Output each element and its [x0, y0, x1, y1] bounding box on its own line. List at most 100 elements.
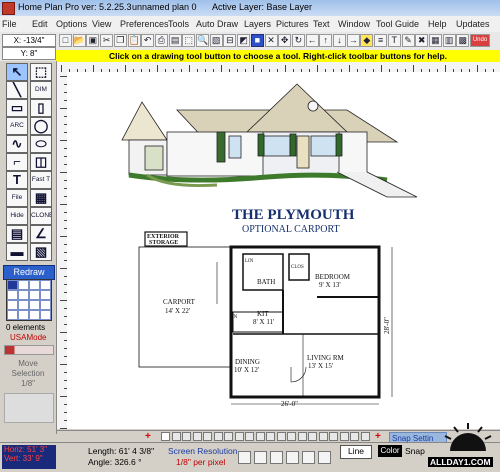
open-icon[interactable]: 📂: [72, 34, 86, 47]
menu-options[interactable]: Options: [56, 19, 87, 29]
page-button[interactable]: [245, 432, 254, 441]
redraw-button[interactable]: Redraw: [3, 265, 55, 280]
layer-cell[interactable]: [29, 310, 40, 320]
left-arrow-icon[interactable]: ←: [305, 34, 319, 47]
page-button[interactable]: [182, 432, 191, 441]
select-box-tool[interactable]: ⬚: [30, 63, 52, 81]
file-tool[interactable]: File: [6, 189, 28, 207]
erase-tool[interactable]: ▬: [6, 243, 28, 261]
layer-cell[interactable]: [40, 280, 51, 290]
new-icon[interactable]: □: [59, 34, 72, 47]
page-button[interactable]: [360, 432, 370, 441]
view-icon[interactable]: ▦: [428, 34, 442, 47]
menu-tools[interactable]: Tools: [168, 19, 189, 29]
zoom-icon[interactable]: ▧: [209, 34, 223, 47]
menu-tool-guide[interactable]: Tool Guide: [376, 19, 419, 29]
wall-icon[interactable]: ▥: [442, 34, 456, 47]
right-arrow-icon[interactable]: →: [346, 34, 360, 47]
clone-tool[interactable]: CLONE: [30, 207, 52, 225]
up-arrow-icon[interactable]: ↑: [319, 34, 333, 47]
circle-tool[interactable]: ◯: [30, 117, 52, 135]
hatch-tool[interactable]: ▦: [30, 189, 52, 207]
page-button[interactable]: [297, 432, 307, 441]
move-arrows[interactable]: [4, 393, 54, 423]
fill-icon[interactable]: ▩: [456, 34, 470, 47]
print-icon[interactable]: ⎙: [154, 34, 168, 47]
pencil-icon[interactable]: ✎: [401, 34, 415, 47]
zoom-out-icon[interactable]: ⊟: [223, 34, 237, 47]
dim-tool[interactable]: DIM: [30, 81, 52, 99]
door-tool[interactable]: ⌐: [6, 153, 28, 171]
x-close-icon[interactable]: ✖: [415, 34, 429, 47]
snap-label[interactable]: Snap: [405, 446, 425, 456]
align-icon[interactable]: ≡: [374, 34, 388, 47]
save-icon[interactable]: ▣: [86, 34, 100, 47]
menu-preferences[interactable]: Preferences: [120, 19, 169, 29]
pointer-tool[interactable]: ↖: [6, 63, 28, 81]
drawing-canvas[interactable]: THE PLYMOUTH OPTIONAL CARPORT EXTERIOR S…: [67, 72, 500, 429]
menu-help[interactable]: Help: [428, 19, 447, 29]
rect-tool[interactable]: ▭: [6, 99, 28, 117]
menu-text[interactable]: Text: [313, 19, 330, 29]
rotate-icon[interactable]: ↻: [291, 34, 305, 47]
menu-pictures[interactable]: Pictures: [276, 19, 309, 29]
arc-tool[interactable]: ARC: [6, 117, 28, 135]
fast-text-tool[interactable]: Fast T: [30, 171, 52, 189]
page-button[interactable]: [224, 432, 233, 441]
menu-edit[interactable]: Edit: [32, 19, 48, 29]
zoom-in-status-icon[interactable]: [270, 451, 283, 464]
save-disk-icon[interactable]: ▤: [168, 34, 182, 47]
page-button[interactable]: [287, 432, 296, 441]
menu-window[interactable]: Window: [338, 19, 370, 29]
paste-icon[interactable]: 📋: [127, 34, 141, 47]
layer-cell[interactable]: [18, 310, 29, 320]
page-button[interactable]: [161, 432, 170, 441]
yellow-icon[interactable]: ◆: [360, 34, 374, 47]
mode-slider[interactable]: [4, 345, 54, 355]
menu-updates[interactable]: Updates: [456, 19, 490, 29]
page-button[interactable]: [171, 432, 181, 441]
page-button[interactable]: [255, 432, 265, 441]
layer-cell[interactable]: [40, 310, 51, 320]
menu-auto-draw[interactable]: Auto Draw: [196, 19, 238, 29]
window-tool[interactable]: ◫: [30, 153, 52, 171]
layer-cell[interactable]: [40, 300, 51, 310]
select-icon[interactable]: ⬚: [182, 34, 196, 47]
layer-cell[interactable]: [18, 300, 29, 310]
layer-cell[interactable]: [7, 310, 18, 320]
cross-icon[interactable]: ✕: [264, 34, 278, 47]
layer-cell[interactable]: [7, 300, 18, 310]
page-selector[interactable]: [161, 432, 381, 442]
undo-badge-icon[interactable]: Undo: [470, 34, 490, 47]
page-button[interactable]: [308, 432, 317, 441]
layer-cell[interactable]: [18, 280, 29, 290]
curve-tool[interactable]: ∿: [6, 135, 28, 153]
undo-icon[interactable]: ↶: [141, 34, 155, 47]
line-tool[interactable]: ╲: [6, 81, 28, 99]
wall-tool[interactable]: ▯: [30, 99, 52, 117]
page-button[interactable]: [234, 432, 244, 441]
page-button[interactable]: [339, 432, 349, 441]
mirror-icon[interactable]: ◩: [237, 34, 251, 47]
text-tool[interactable]: T: [6, 171, 28, 189]
add-page-button-right[interactable]: +: [375, 431, 381, 442]
page-button[interactable]: [192, 432, 202, 441]
menu-layers[interactable]: Layers: [244, 19, 271, 29]
layer-cell[interactable]: [7, 290, 18, 300]
fit-icon[interactable]: [302, 451, 315, 464]
text-icon[interactable]: T: [387, 34, 401, 47]
down-arrow-icon[interactable]: ↓: [333, 34, 346, 47]
menu-file[interactable]: File: [2, 19, 17, 29]
layer-cell[interactable]: [18, 290, 29, 300]
page-button[interactable]: [276, 432, 286, 441]
snap-settings[interactable]: Snap Settin: [392, 434, 433, 443]
hide-tool[interactable]: Hide: [6, 207, 28, 225]
fill-tool[interactable]: ▧: [30, 243, 52, 261]
page-button[interactable]: [329, 432, 338, 441]
layer-cell[interactable]: [29, 280, 40, 290]
grid-icon[interactable]: [318, 451, 331, 464]
mode-label[interactable]: USAMode: [10, 333, 46, 342]
pan-icon[interactable]: [254, 451, 267, 464]
zoom-in-icon[interactable]: 🔍: [196, 34, 209, 47]
ellipse-tool[interactable]: ⬭: [30, 135, 52, 153]
